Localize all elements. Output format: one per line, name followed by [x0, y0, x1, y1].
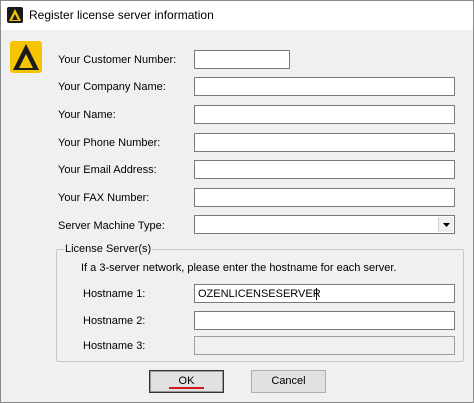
hostname1-field[interactable]	[194, 284, 455, 303]
title-bar: Register license server information	[1, 1, 473, 30]
hostname3-label: Hostname 3:	[83, 340, 146, 352]
customer-number-field[interactable]	[194, 50, 290, 69]
text-caret	[316, 288, 317, 300]
phone-field[interactable]	[194, 133, 455, 152]
email-input[interactable]	[195, 161, 454, 178]
app-logo-icon	[7, 7, 23, 23]
fax-label: Your FAX Number:	[58, 192, 150, 204]
app-logo-icon	[10, 41, 42, 73]
ok-button-label: OK	[178, 375, 195, 387]
company-name-label: Your Company Name:	[58, 81, 166, 93]
fax-field[interactable]	[194, 188, 455, 207]
company-name-input[interactable]	[195, 78, 454, 95]
name-label: Your Name:	[58, 109, 116, 121]
license-server-group-title: License Server(s)	[64, 243, 153, 255]
hostname1-label: Hostname 1:	[83, 288, 146, 300]
chevron-down-icon	[443, 223, 450, 227]
phone-label: Your Phone Number:	[58, 137, 161, 149]
cancel-button-label: Cancel	[271, 375, 306, 387]
dialog-window: Register license server information Your…	[0, 0, 474, 403]
hostname3-field[interactable]	[194, 336, 455, 355]
hostname1-input[interactable]	[195, 285, 454, 302]
dropdown-button[interactable]	[438, 217, 453, 232]
hostname2-input[interactable]	[195, 312, 454, 329]
hostname3-input[interactable]	[195, 337, 454, 354]
license-server-hint: If a 3-server network, please enter the …	[81, 262, 397, 274]
hostname2-label: Hostname 2:	[83, 315, 146, 327]
cancel-button[interactable]: Cancel	[251, 370, 326, 393]
window-title: Register license server information	[29, 8, 214, 22]
ok-button[interactable]: OK	[149, 370, 224, 393]
company-name-field[interactable]	[194, 77, 455, 96]
machine-type-label: Server Machine Type:	[58, 220, 165, 232]
phone-input[interactable]	[195, 134, 454, 151]
customer-number-label: Your Customer Number:	[58, 54, 177, 66]
machine-type-select[interactable]	[194, 215, 455, 234]
ok-accelerator-underline	[169, 387, 204, 389]
hostname2-field[interactable]	[194, 311, 455, 330]
name-input[interactable]	[195, 106, 454, 123]
email-field[interactable]	[194, 160, 455, 179]
email-label: Your Email Address:	[58, 164, 157, 176]
customer-number-input[interactable]	[195, 51, 289, 68]
fax-input[interactable]	[195, 189, 454, 206]
name-field[interactable]	[194, 105, 455, 124]
